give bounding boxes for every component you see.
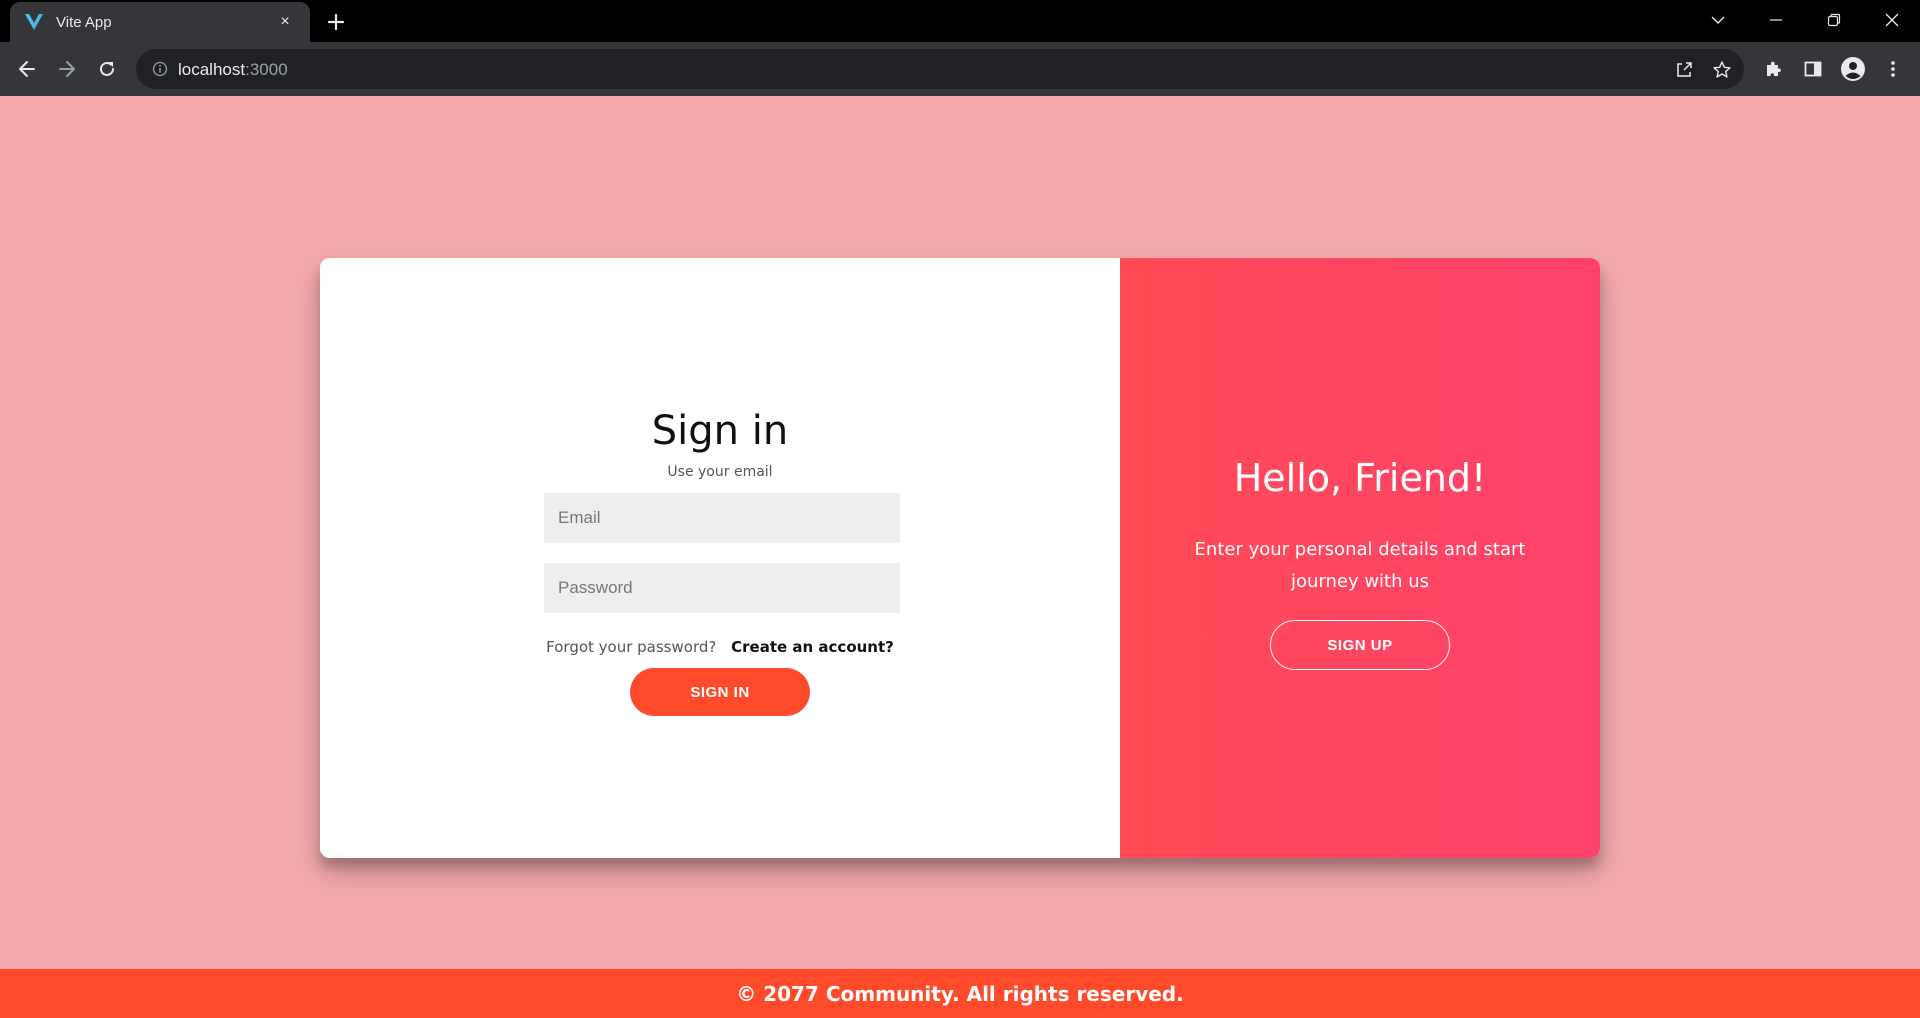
tab-close-icon[interactable]: × [274, 11, 296, 33]
footer-text: © 2077 Community. All rights reserved. [736, 981, 1184, 1006]
profile-icon[interactable] [1838, 54, 1868, 84]
star-icon[interactable] [1710, 58, 1734, 82]
email-input[interactable] [544, 493, 900, 543]
signin-subtitle: Use your email [667, 464, 773, 480]
address-bar[interactable]: localhost:3000 [136, 49, 1744, 89]
password-input[interactable] [544, 563, 900, 613]
signin-form: Sign in Use your email Forgot your passw… [320, 258, 1120, 858]
auth-links: Forgot your password? Create an account? [320, 638, 1120, 656]
overlay-title: Hello, Friend! [1233, 456, 1487, 500]
overlay-text: Enter your personal details and start jo… [1194, 539, 1526, 592]
browser-tab[interactable]: Vite App × [10, 2, 310, 42]
share-icon[interactable] [1672, 58, 1696, 82]
signup-button[interactable]: Sign Up [1270, 620, 1450, 670]
url-port: :3000 [245, 60, 288, 79]
arrow-left-icon[interactable] [12, 54, 42, 84]
kebab-menu-icon[interactable] [1878, 54, 1908, 84]
tab-strip: Vite App × [0, 0, 1920, 42]
browser-window: Vite App × localhost:3000 Sign in Use yo… [0, 0, 1920, 1018]
minimize-icon[interactable] [1748, 0, 1804, 40]
page-viewport: Sign in Use your email Forgot your passw… [0, 96, 1920, 1018]
create-account-link[interactable]: Create an account? [731, 638, 894, 656]
reload-icon[interactable] [92, 54, 122, 84]
arrow-right-icon[interactable] [52, 54, 82, 84]
tab-title: Vite App [56, 13, 112, 31]
new-tab-plus-icon[interactable] [322, 8, 350, 36]
overlay-panel: Hello, Friend! Enter your personal detai… [1120, 258, 1600, 858]
signin-title: Sign in [651, 408, 789, 454]
info-icon[interactable] [150, 59, 170, 79]
forgot-password-link[interactable]: Forgot your password? [546, 638, 716, 656]
auth-card: Sign in Use your email Forgot your passw… [320, 258, 1600, 858]
browser-toolbar: localhost:3000 [0, 42, 1920, 96]
signin-button[interactable]: Sign In [630, 668, 810, 716]
side-panel-icon[interactable] [1798, 54, 1828, 84]
vite-logo-icon [24, 12, 44, 32]
puzzle-icon[interactable] [1758, 54, 1788, 84]
chevron-down-icon[interactable] [1690, 0, 1746, 40]
restore-icon[interactable] [1806, 0, 1862, 40]
url-host: localhost [178, 60, 246, 79]
close-icon[interactable] [1864, 0, 1920, 40]
url-text: localhost:3000 [178, 60, 288, 80]
page-footer: © 2077 Community. All rights reserved. [0, 969, 1920, 1018]
